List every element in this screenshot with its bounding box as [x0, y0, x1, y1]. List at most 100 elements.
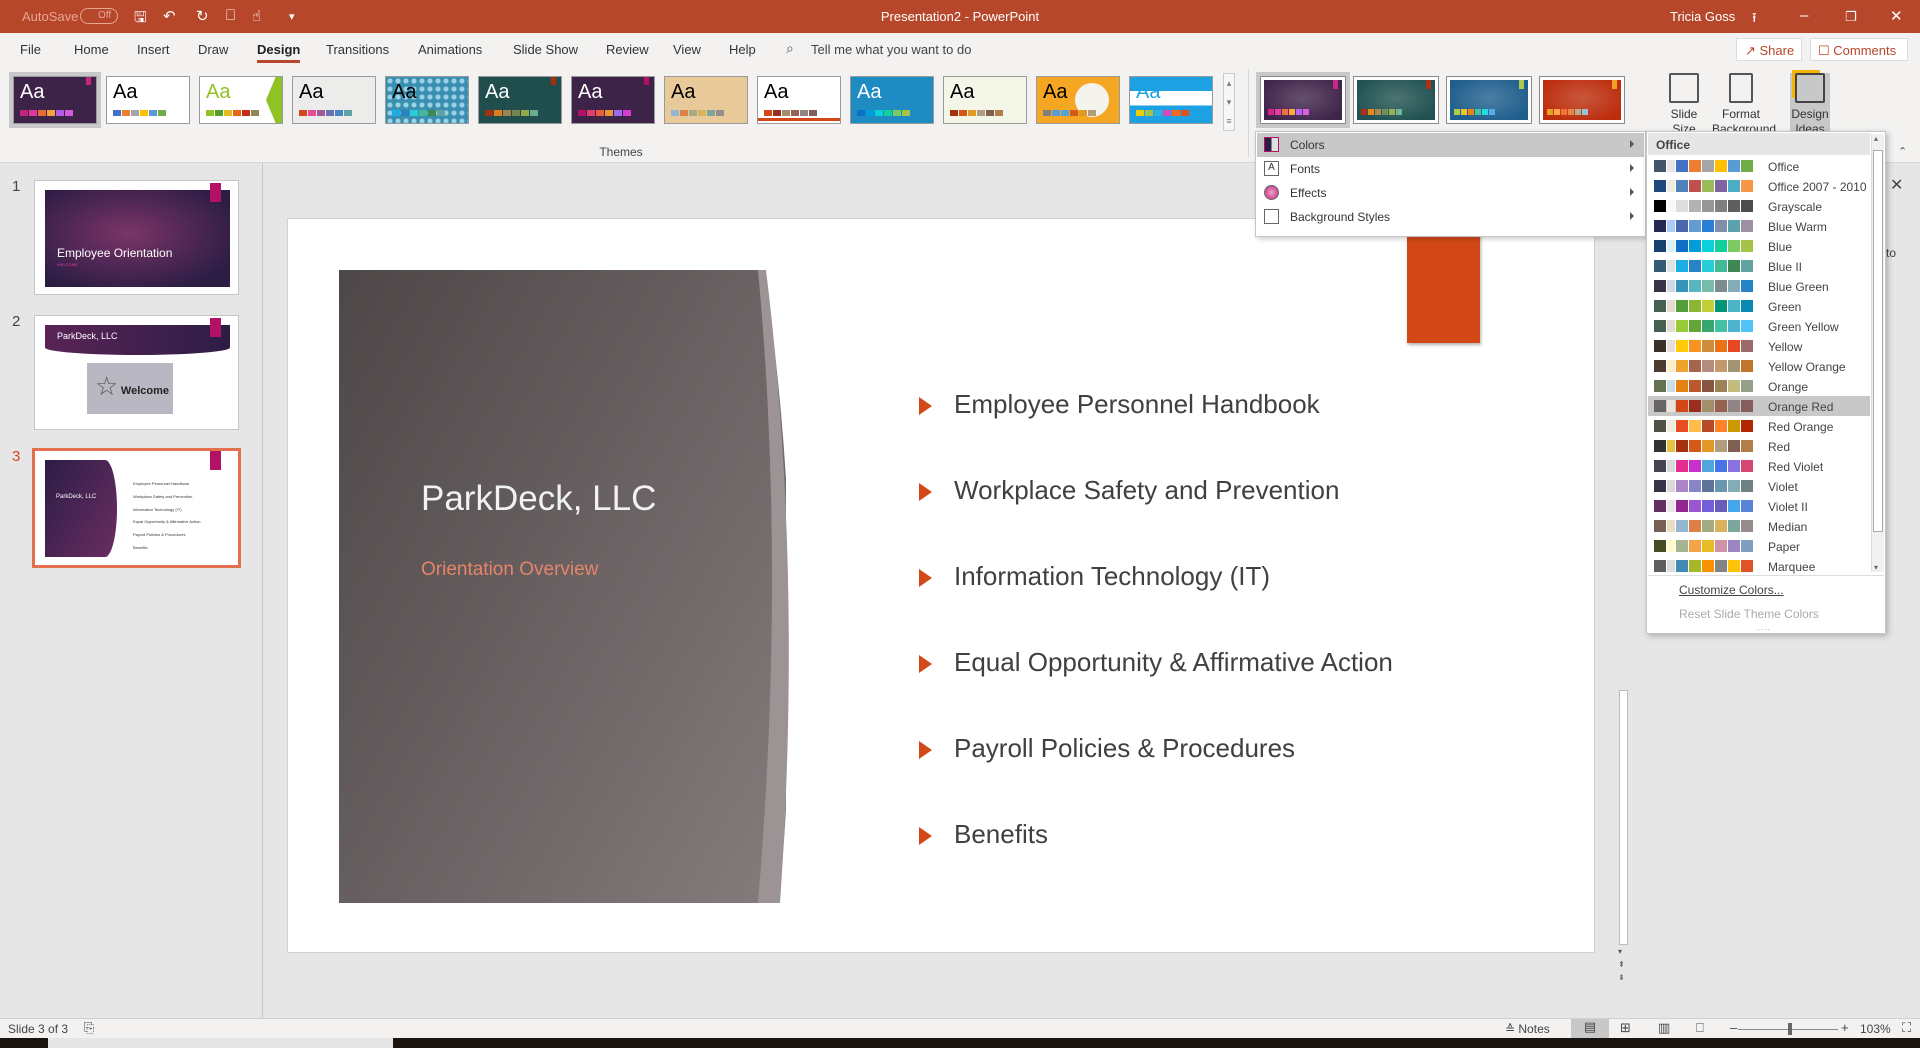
theme-thumbnail[interactable]: Aa: [385, 76, 469, 124]
ribbon-display-options-icon[interactable]: ⭱: [1752, 9, 1757, 31]
zoom-in-button[interactable]: +: [1841, 1020, 1849, 1035]
variant-thumbnail[interactable]: [1446, 76, 1532, 124]
bullet-item[interactable]: Equal Opportunity & Affirmative Action: [919, 647, 1393, 678]
color-scheme-item[interactable]: Paper: [1648, 536, 1870, 556]
color-scheme-item[interactable]: Green Yellow: [1648, 316, 1870, 336]
fit-to-window-icon[interactable]: ⛶: [1902, 1020, 1911, 1036]
variant-thumbnail[interactable]: [1539, 76, 1625, 124]
notes-button[interactable]: ≙ Notes: [1505, 1022, 1550, 1036]
color-scheme-item[interactable]: Grayscale: [1648, 196, 1870, 216]
color-scheme-item[interactable]: Median: [1648, 516, 1870, 536]
variant-thumbnail[interactable]: [1353, 76, 1439, 124]
theme-thumbnail[interactable]: Aa: [571, 76, 655, 124]
tab-transitions[interactable]: Transitions: [326, 42, 389, 57]
slide-title[interactable]: ParkDeck, LLC: [421, 479, 656, 519]
color-scheme-item[interactable]: Yellow: [1648, 336, 1870, 356]
color-scheme-item[interactable]: Violet II: [1648, 496, 1870, 516]
bullet-item[interactable]: Employee Personnel Handbook: [919, 389, 1320, 420]
reset-theme-colors-item[interactable]: Reset Slide Theme Colors: [1679, 607, 1819, 621]
theme-thumbnail[interactable]: Aa: [757, 76, 841, 124]
menu-item-background-styles[interactable]: Background Styles: [1257, 205, 1644, 229]
scroll-thumb[interactable]: [1619, 690, 1628, 945]
menu-item-fonts[interactable]: A Fonts: [1257, 157, 1644, 181]
slide-vertical-scrollbar[interactable]: ▾ ⇞ ⇟: [1617, 165, 1630, 995]
tab-slide-show[interactable]: Slide Show: [513, 42, 578, 57]
scroll-thumb[interactable]: [1873, 150, 1883, 532]
color-scheme-item[interactable]: Marquee: [1648, 556, 1870, 576]
tab-animations[interactable]: Animations: [418, 42, 482, 57]
color-scheme-item[interactable]: Office 2007 - 2010: [1648, 176, 1870, 196]
scroll-up-icon[interactable]: ▴: [1874, 134, 1878, 143]
tell-me-input[interactable]: Tell me what you want to do: [811, 42, 971, 57]
tab-home[interactable]: Home: [74, 42, 109, 57]
theme-thumbnail[interactable]: Aa: [478, 76, 562, 124]
normal-view-icon[interactable]: ▤: [1571, 1019, 1609, 1038]
theme-thumbnail[interactable]: Aa: [9, 72, 101, 128]
theme-thumbnail[interactable]: Aa: [850, 76, 934, 124]
color-scheme-item[interactable]: Red Violet: [1648, 456, 1870, 476]
customize-colors-item[interactable]: Customize Colors...: [1679, 583, 1784, 597]
theme-thumbnail[interactable]: Aa: [1129, 76, 1213, 124]
bullet-item[interactable]: Payroll Policies & Procedures: [919, 733, 1295, 764]
accessibility-check-icon[interactable]: ⎘: [84, 1020, 94, 1036]
zoom-level[interactable]: 103%: [1860, 1022, 1891, 1036]
tab-draw[interactable]: Draw: [198, 42, 228, 57]
color-scheme-item[interactable]: Orange: [1648, 376, 1870, 396]
slideshow-view-icon[interactable]: ⎕: [1696, 1020, 1704, 1036]
slide-subtitle[interactable]: Orientation Overview: [421, 559, 598, 581]
color-scheme-item[interactable]: Blue: [1648, 236, 1870, 256]
zoom-slider-thumb[interactable]: [1787, 1023, 1792, 1035]
themes-gallery-scroll[interactable]: ▴ ▾ ≡: [1223, 73, 1235, 131]
colors-scrollbar[interactable]: ▴ ▾: [1871, 134, 1884, 572]
theme-thumbnail[interactable]: Aa: [1036, 76, 1120, 124]
theme-thumbnail[interactable]: Aa: [106, 76, 190, 124]
format-background-button[interactable]: Format Background: [1712, 73, 1776, 137]
share-button[interactable]: ↗ Share: [1736, 38, 1802, 61]
slide-thumbnail-2[interactable]: ParkDeck, LLC ☆ Welcome: [34, 315, 239, 430]
color-scheme-item[interactable]: Office: [1648, 156, 1870, 176]
bullet-item[interactable]: Workplace Safety and Prevention: [919, 475, 1339, 506]
tab-help[interactable]: Help: [729, 42, 756, 57]
color-scheme-item[interactable]: Green: [1648, 296, 1870, 316]
color-scheme-item[interactable]: Orange Red: [1648, 396, 1870, 416]
color-scheme-item[interactable]: Red Orange: [1648, 416, 1870, 436]
tab-view[interactable]: View: [673, 42, 701, 57]
close-icon[interactable]: ✕: [1890, 7, 1903, 25]
slide-canvas[interactable]: ParkDeck, LLC Orientation Overview Emplo…: [287, 218, 1595, 953]
zoom-out-button[interactable]: –: [1730, 1020, 1737, 1035]
bullet-item[interactable]: Information Technology (IT): [919, 561, 1270, 592]
menu-item-colors[interactable]: Colors: [1257, 133, 1644, 157]
collapse-ribbon-icon[interactable]: ⌃: [1898, 145, 1907, 158]
variant-thumbnail[interactable]: [1256, 72, 1350, 128]
theme-thumbnail[interactable]: Aa: [292, 76, 376, 124]
resize-handle[interactable]: ....: [1757, 622, 1771, 632]
color-scheme-item[interactable]: Red: [1648, 436, 1870, 456]
color-scheme-item[interactable]: Yellow Orange: [1648, 356, 1870, 376]
user-name[interactable]: Tricia Goss: [1670, 9, 1735, 24]
color-scheme-item[interactable]: Blue II: [1648, 256, 1870, 276]
theme-thumbnail[interactable]: Aa: [943, 76, 1027, 124]
theme-thumbnail[interactable]: Aa: [664, 76, 748, 124]
menu-item-effects[interactable]: Effects: [1257, 181, 1644, 205]
reading-view-icon[interactable]: ▥: [1658, 1020, 1670, 1036]
color-scheme-name: Blue II: [1768, 260, 1803, 274]
comments-button[interactable]: ☐ Comments: [1810, 38, 1908, 61]
theme-thumbnail[interactable]: Aa: [199, 76, 283, 124]
restore-icon[interactable]: ❐: [1845, 9, 1857, 25]
minimize-icon[interactable]: –: [1800, 7, 1808, 24]
color-scheme-item[interactable]: Blue Warm: [1648, 216, 1870, 236]
scroll-down-icon[interactable]: ▾: [1874, 563, 1878, 572]
slide-thumbnail-1[interactable]: Employee Orientation WELCOME: [34, 180, 239, 295]
tab-review[interactable]: Review: [606, 42, 649, 57]
tab-design[interactable]: Design: [257, 42, 301, 63]
slide-thumbnail-3[interactable]: ParkDeck, LLC Employee Personnel Handboo…: [32, 448, 241, 568]
scroll-arrows[interactable]: ▾ ⇞ ⇟: [1618, 945, 1625, 984]
color-scheme-item[interactable]: Blue Green: [1648, 276, 1870, 296]
slide-size-button[interactable]: Slide Size: [1664, 73, 1704, 137]
bullet-item[interactable]: Benefits: [919, 819, 1048, 850]
slide-sorter-icon[interactable]: ⊞: [1620, 1020, 1631, 1036]
color-scheme-item[interactable]: Violet: [1648, 476, 1870, 496]
tab-insert[interactable]: Insert: [137, 42, 170, 57]
pane-close-icon[interactable]: ✕: [1890, 175, 1903, 195]
tab-file[interactable]: File: [20, 42, 41, 57]
